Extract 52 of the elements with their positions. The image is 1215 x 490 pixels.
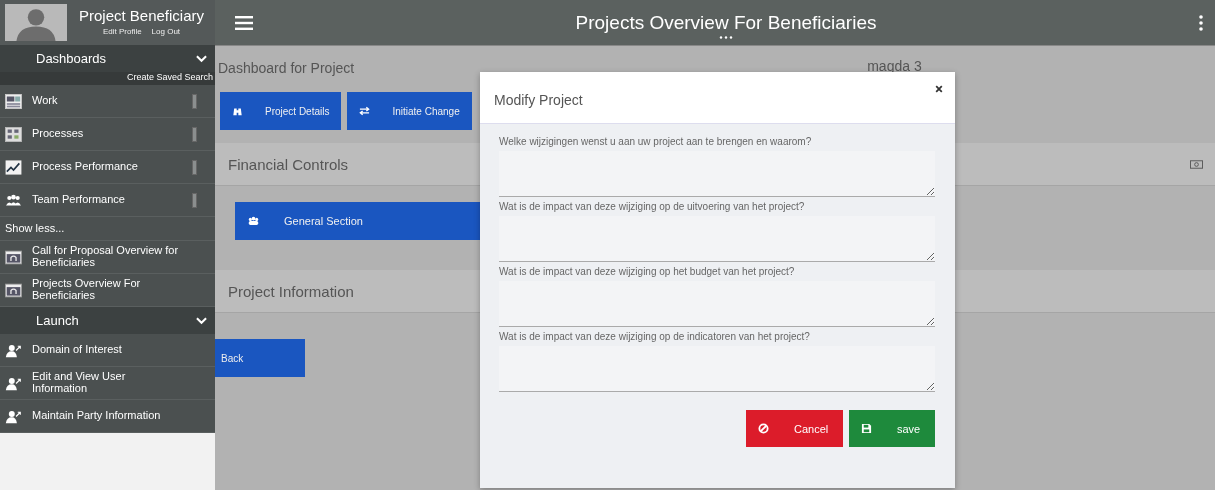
- field-label: Wat is de impact van deze wijziging op het budget van het project?: [499, 266, 796, 277]
- text-area[interactable]: [499, 346, 935, 392]
- user-icon: [5, 408, 22, 424]
- section-header[interactable]: Dashboards: [0, 45, 215, 72]
- user-icon: [5, 375, 22, 391]
- more-menu-icon[interactable]: [1199, 14, 1203, 31]
- owner-name: magda 3: [867, 58, 922, 74]
- page-icon: [5, 282, 22, 298]
- field-label: Welke wijzigingen wenst u aan uw project aan te brengen en waarom?: [499, 136, 813, 147]
- sidebar-item[interactable]: Processes: [0, 118, 215, 151]
- menu-icon[interactable]: [235, 15, 253, 30]
- trend-chart-icon: [5, 159, 22, 175]
- dialog-title: Modify Project: [494, 92, 584, 108]
- binoculars-icon: [232, 106, 243, 116]
- close-icon[interactable]: [935, 85, 943, 93]
- field-label: Wat is de impact van deze wijziging op de indicatoren van het project?: [499, 331, 811, 342]
- text-area[interactable]: [499, 281, 935, 327]
- section-title: Financial Controls: [228, 155, 350, 173]
- dashboard-icon: [5, 93, 22, 109]
- dashboard-title: Dashboard for Project: [217, 60, 355, 76]
- more-icon[interactable]: [719, 36, 733, 39]
- profile-link[interactable]: Edit Profile: [102, 27, 142, 36]
- save-button[interactable]: save: [849, 410, 935, 447]
- back-button[interactable]: Back: [215, 339, 305, 377]
- exchange-icon: [359, 106, 371, 116]
- text-area[interactable]: [499, 216, 935, 262]
- sidebar-item[interactable]: Process Performance: [0, 151, 215, 184]
- drag-handle[interactable]: [192, 126, 197, 142]
- ban-icon: [758, 423, 769, 434]
- cancel-button[interactable]: Cancel: [746, 410, 843, 447]
- sidebar-item[interactable]: Domain of Interest: [0, 334, 215, 367]
- processes-icon: [5, 126, 22, 142]
- group-icon: [248, 216, 259, 226]
- sidebar-item[interactable]: Call for Proposal Overview for Beneficiaries: [0, 241, 215, 274]
- drag-handle[interactable]: [192, 159, 197, 175]
- section-header[interactable]: Launch: [0, 307, 215, 334]
- user-name: Project Beneficiary: [77, 7, 206, 24]
- profile-link[interactable]: Log Out: [151, 27, 181, 36]
- banknote-icon: [1190, 159, 1203, 169]
- page-icon: [5, 249, 22, 265]
- drag-handle[interactable]: [192, 93, 197, 109]
- team-icon: [5, 192, 22, 208]
- action-button[interactable]: Project Details: [220, 92, 342, 130]
- drag-handle[interactable]: [192, 192, 197, 208]
- section-title: Project Information: [228, 282, 355, 300]
- action-button[interactable]: Initiate Change: [347, 92, 472, 130]
- page-title: Projects Overview For Beneficiaries: [575, 12, 877, 34]
- text-area[interactable]: [499, 151, 935, 197]
- sidebar-item[interactable]: Edit and View User Information: [0, 367, 215, 400]
- user-icon: [5, 342, 22, 358]
- sidebar-item[interactable]: Team Performance: [0, 184, 215, 217]
- sidebar-item[interactable]: Work: [0, 85, 215, 118]
